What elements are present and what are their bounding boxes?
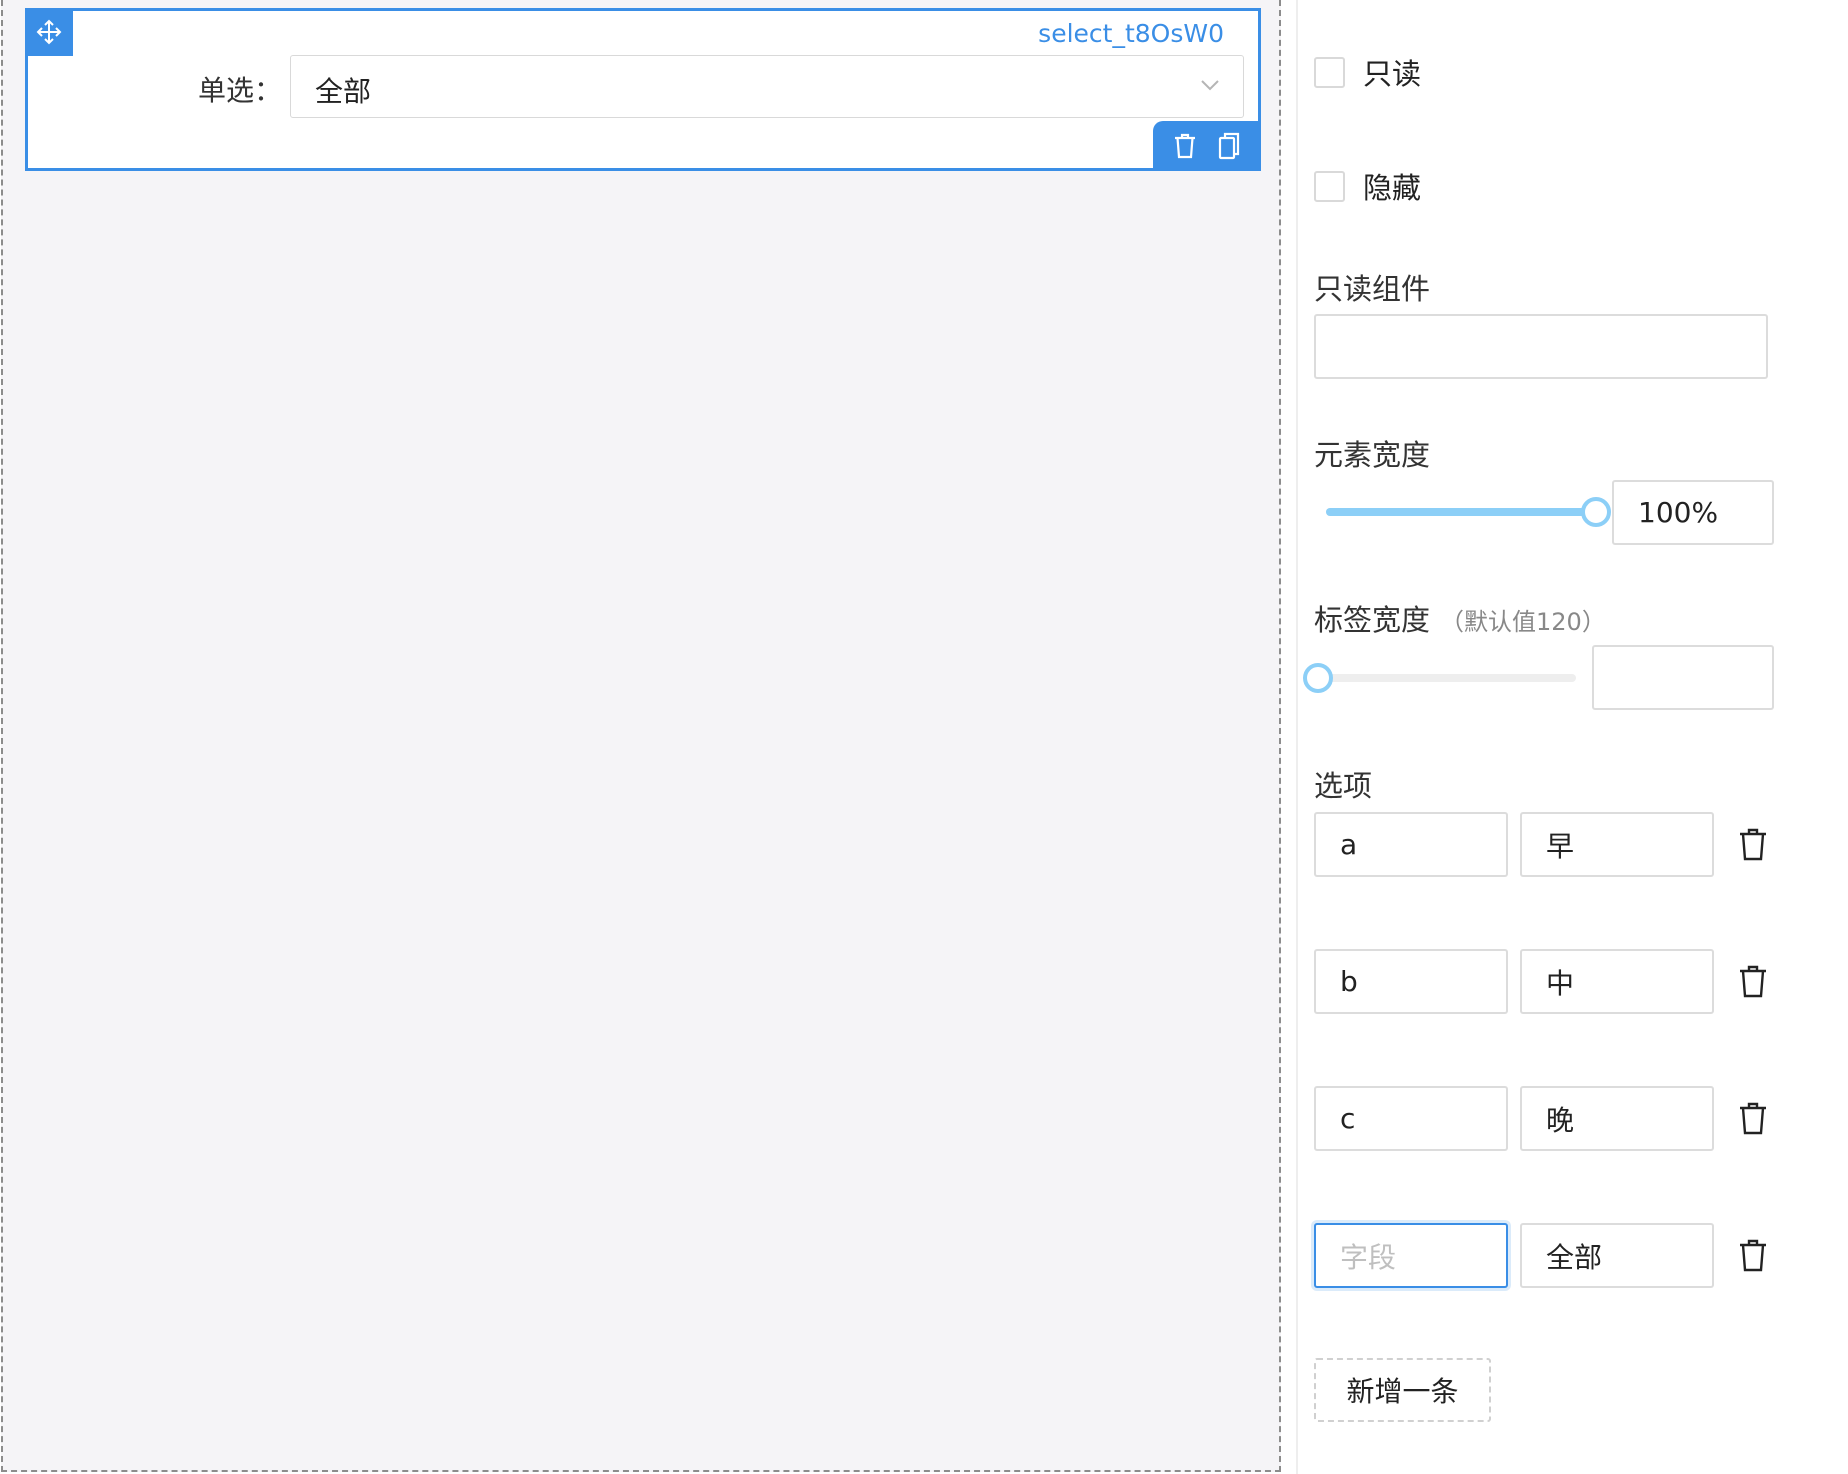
- select-dropdown[interactable]: 全部: [290, 55, 1244, 118]
- copy-widget-button[interactable]: [1217, 132, 1241, 160]
- label-width-input[interactable]: [1592, 645, 1774, 710]
- add-option-button[interactable]: 新增一条: [1314, 1358, 1491, 1422]
- slider-track: [1318, 674, 1576, 682]
- label-width-title: 标签宽度 （默认值120）: [1314, 597, 1606, 639]
- hidden-checkbox-label: 隐藏: [1363, 171, 1422, 205]
- trash-icon: [1740, 1239, 1766, 1272]
- delete-widget-button[interactable]: [1173, 133, 1197, 159]
- trash-icon: [1740, 1102, 1766, 1135]
- select-widget[interactable]: select_t8OsW0 单选： 全部: [25, 8, 1261, 171]
- widget-id-label: select_t8OsW0: [1038, 19, 1224, 48]
- readonly-component-title: 只读组件: [1314, 272, 1431, 306]
- trash-icon: [1740, 828, 1766, 861]
- option-label-input[interactable]: 中: [1520, 949, 1714, 1014]
- element-width-input[interactable]: 100%: [1612, 480, 1774, 545]
- chevron-down-icon: [1201, 80, 1219, 91]
- property-panel: 只读 隐藏 只读组件 元素宽度 100% 标签宽度 （默认值120） 选项 a 早…: [1296, 0, 1848, 1474]
- readonly-component-input[interactable]: [1314, 314, 1768, 379]
- select-field-label: 单选：: [198, 74, 283, 107]
- slider-handle[interactable]: [1303, 663, 1333, 693]
- delete-option-button[interactable]: [1738, 965, 1768, 1003]
- delete-option-button[interactable]: [1738, 828, 1768, 866]
- label-width-title-text: 标签宽度: [1314, 603, 1431, 637]
- readonly-checkbox[interactable]: [1314, 56, 1345, 88]
- form-canvas[interactable]: select_t8OsW0 单选： 全部: [1, 0, 1281, 1472]
- readonly-checkbox-row[interactable]: 只读: [1314, 51, 1421, 93]
- trash-icon: [1175, 133, 1195, 159]
- delete-option-button[interactable]: [1738, 1239, 1768, 1277]
- option-key-input[interactable]: b: [1314, 949, 1508, 1014]
- label-width-hint: （默认值120）: [1440, 608, 1606, 636]
- hidden-checkbox[interactable]: [1314, 170, 1345, 202]
- hidden-checkbox-row[interactable]: 隐藏: [1314, 165, 1421, 207]
- drag-handle[interactable]: [25, 8, 73, 56]
- widget-actions: [1153, 121, 1261, 171]
- slider-fill: [1326, 508, 1596, 516]
- option-key-input[interactable]: 字段: [1314, 1223, 1508, 1288]
- option-key-input[interactable]: a: [1314, 812, 1508, 877]
- readonly-checkbox-label: 只读: [1363, 57, 1422, 91]
- copy-icon: [1218, 132, 1240, 160]
- delete-option-button[interactable]: [1738, 1102, 1768, 1140]
- option-label-input[interactable]: 全部: [1520, 1223, 1714, 1288]
- option-key-input[interactable]: c: [1314, 1086, 1508, 1151]
- move-icon: [36, 19, 62, 45]
- option-key-placeholder: 字段: [1340, 1240, 1397, 1274]
- select-value: 全部: [315, 75, 372, 108]
- options-title: 选项: [1314, 769, 1373, 803]
- label-width-slider[interactable]: [1303, 663, 1576, 693]
- slider-handle[interactable]: [1581, 497, 1611, 527]
- element-width-slider[interactable]: [1326, 497, 1611, 527]
- option-label-input[interactable]: 早: [1520, 812, 1714, 877]
- element-width-title: 元素宽度: [1314, 438, 1431, 472]
- trash-icon: [1740, 965, 1766, 998]
- option-label-input[interactable]: 晚: [1520, 1086, 1714, 1151]
